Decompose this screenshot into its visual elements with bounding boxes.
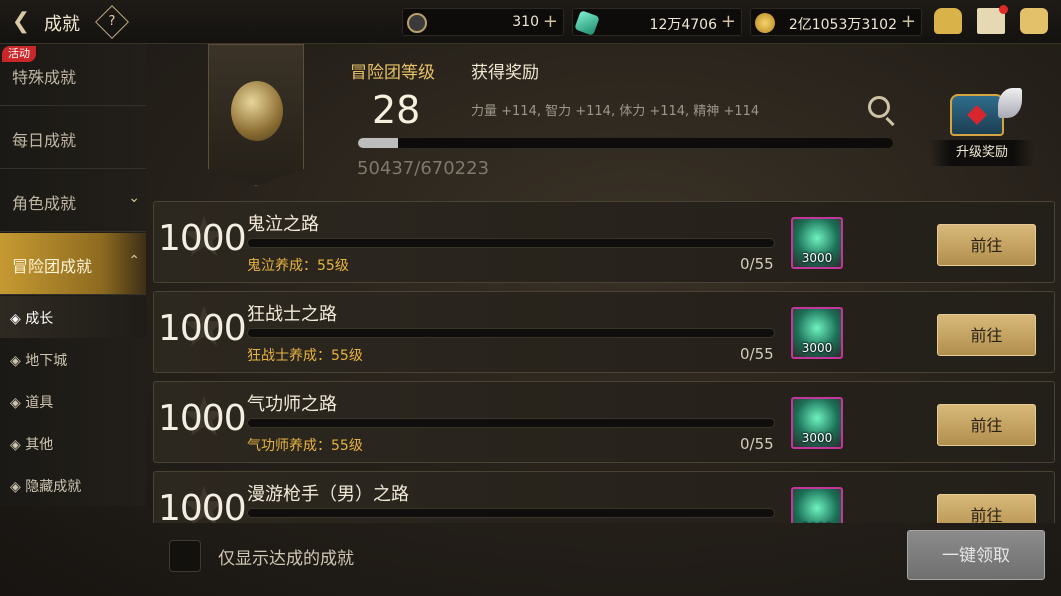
achievement-name: 鬼泣之路 <box>247 214 319 235</box>
claim-all-button[interactable]: 一键领取 <box>907 530 1045 580</box>
help-button[interactable]: ? <box>95 5 129 39</box>
crystal-reward-icon[interactable]: 3000 <box>791 397 843 449</box>
achievement-name: 狂战士之路 <box>247 304 337 325</box>
gold-coin-icon <box>755 13 775 33</box>
level-title: 冒险团等级 <box>350 63 435 83</box>
reward-quantity: 3000 <box>801 341 833 355</box>
achievement-requirement: 狂战士养成：55级 <box>247 348 363 364</box>
go-button[interactable]: 前往 <box>937 224 1036 266</box>
crystal-reward-icon[interactable]: 3000 <box>791 307 843 359</box>
zoom-in-icon[interactable] <box>868 96 890 118</box>
show-completed-checkbox[interactable] <box>169 540 201 572</box>
event-badge: 活动 <box>2 46 36 62</box>
notification-dot <box>999 5 1008 14</box>
achievement-row: ★ 1000 狂战士之路 狂战士养成：55级 0/55 3000 前往 <box>153 291 1055 373</box>
achievement-requirement: 气功师养成：55级 <box>247 438 363 454</box>
chevron-up-icon: ⌃ <box>128 253 140 269</box>
achievement-progress-bar <box>247 508 775 518</box>
achievement-progress-bar <box>247 238 775 248</box>
go-button[interactable]: 前往 <box>937 314 1036 356</box>
achievement-count: 0/55 <box>740 255 774 273</box>
sidebar-item-special[interactable]: 活动 特殊成就 <box>0 44 146 106</box>
sidebar-subitem-hidden[interactable]: ◈ 隐藏成就 <box>0 464 146 506</box>
sidebar-subitem-other[interactable]: ◈ 其他 <box>0 422 146 464</box>
level-number: 28 <box>372 88 421 132</box>
help-icon: ? <box>108 14 116 29</box>
achievement-row: ★ 1000 漫游枪手（男）之路 3000 前往 <box>153 471 1055 523</box>
reward-quantity: 3000 <box>801 251 833 265</box>
reward-stats: 力量 +114, 智力 +114, 体力 +114, 精神 +114 <box>471 104 760 119</box>
sidebar-item-label: 角色成就 <box>12 194 77 213</box>
achievement-progress-bar <box>247 328 775 338</box>
silver-coin-value: 310 <box>512 14 539 30</box>
silver-coin-counter: 310 + <box>402 8 564 36</box>
achievement-requirement: 鬼泣养成：55级 <box>247 258 349 274</box>
chest-wing-icon <box>998 88 1022 118</box>
achievement-list[interactable]: ★ 1000 鬼泣之路 鬼泣养成：55级 0/55 3000 前往 ★ 1000… <box>150 198 1058 523</box>
exp-text: 50437/670223 <box>357 158 490 179</box>
sidebar-subitem-label: ◈ 隐藏成就 <box>10 479 82 495</box>
sidebar-subitem-dungeon[interactable]: ◈ 地下城 <box>0 338 146 380</box>
crystal-icon <box>574 10 600 36</box>
add-gold-button[interactable]: + <box>901 11 916 32</box>
achievement-name: 气功师之路 <box>247 394 337 415</box>
reward-quantity: 3000 <box>801 431 833 445</box>
sidebar-item-adventure-team[interactable]: 冒险团成就 ⌃ <box>0 233 146 295</box>
achievement-points: 1000 <box>158 308 247 349</box>
crystal-counter: 12万4706 + <box>572 8 742 36</box>
sidebar-item-label: 冒险团成就 <box>12 257 93 276</box>
achievement-count: 0/55 <box>740 345 774 363</box>
sidebar-subitem-label: ◈ 道具 <box>10 395 54 411</box>
go-button[interactable]: 前往 <box>937 404 1036 446</box>
silver-coin-icon <box>407 13 427 33</box>
chat-icon[interactable] <box>1020 8 1048 34</box>
exp-progress-fill <box>358 138 399 148</box>
exp-progress-bar <box>357 137 894 149</box>
sidebar-subitem-label: ◈ 地下城 <box>10 353 68 369</box>
add-silver-button[interactable]: + <box>543 11 558 32</box>
back-arrow-icon[interactable]: ❮ <box>6 8 36 36</box>
sidebar-item-daily[interactable]: 每日成就 <box>0 107 146 169</box>
sidebar-subitem-label: ◈ 其他 <box>10 437 54 453</box>
bag-icon[interactable] <box>934 8 962 34</box>
sidebar-item-character[interactable]: 角色成就 ⌄ <box>0 170 146 232</box>
achievement-progress-bar <box>247 418 775 428</box>
lion-crest-icon <box>231 81 283 141</box>
sidebar-subitem-items[interactable]: ◈ 道具 <box>0 380 146 422</box>
crystal-reward-icon[interactable]: 3000 <box>791 217 843 269</box>
reward-quantity: 3000 <box>793 521 841 523</box>
gold-coin-value: 2亿1053万3102 <box>788 17 897 33</box>
sidebar-item-label: 每日成就 <box>12 131 77 150</box>
top-bar: ❮ 成就 ? 310 + 12万4706 + 2亿1053万3102 + <box>0 0 1061 44</box>
achievement-row: ★ 1000 鬼泣之路 鬼泣养成：55级 0/55 3000 前往 <box>153 201 1055 283</box>
sidebar: 活动 特殊成就 每日成就 角色成就 ⌄ 冒险团成就 ⌃ ◈ 成长 ◈ 地下城 ◈… <box>0 44 146 506</box>
reward-title: 获得奖励 <box>471 63 539 83</box>
achievement-points: 1000 <box>158 218 247 259</box>
gold-coin-counter: 2亿1053万3102 + <box>750 8 922 36</box>
upgrade-reward-chest[interactable] <box>944 80 1022 142</box>
sidebar-subitem-label: ◈ 成长 <box>10 311 54 327</box>
go-button[interactable]: 前往 <box>937 494 1036 523</box>
achievement-points: 1000 <box>158 488 247 523</box>
achievement-count: 0/55 <box>740 435 774 453</box>
upgrade-reward-label: 升级奖励 <box>930 140 1034 166</box>
page-title: 成就 <box>44 14 80 35</box>
achievement-name: 漫游枪手（男）之路 <box>247 484 409 505</box>
adventure-team-emblem <box>208 44 304 186</box>
show-completed-label: 仅显示达成的成就 <box>218 549 354 569</box>
add-crystal-button[interactable]: + <box>721 11 736 32</box>
crystal-value: 12万4706 <box>649 17 717 33</box>
achievement-points: 1000 <box>158 398 247 439</box>
mail-icon[interactable] <box>977 5 1008 34</box>
chevron-down-icon: ⌄ <box>128 190 140 206</box>
crystal-reward-icon[interactable]: 3000 <box>791 487 843 523</box>
sidebar-subitem-growth[interactable]: ◈ 成长 <box>0 296 146 338</box>
sidebar-item-label: 特殊成就 <box>12 68 77 87</box>
achievement-row: ★ 1000 气功师之路 气功师养成：55级 0/55 3000 前往 <box>153 381 1055 463</box>
